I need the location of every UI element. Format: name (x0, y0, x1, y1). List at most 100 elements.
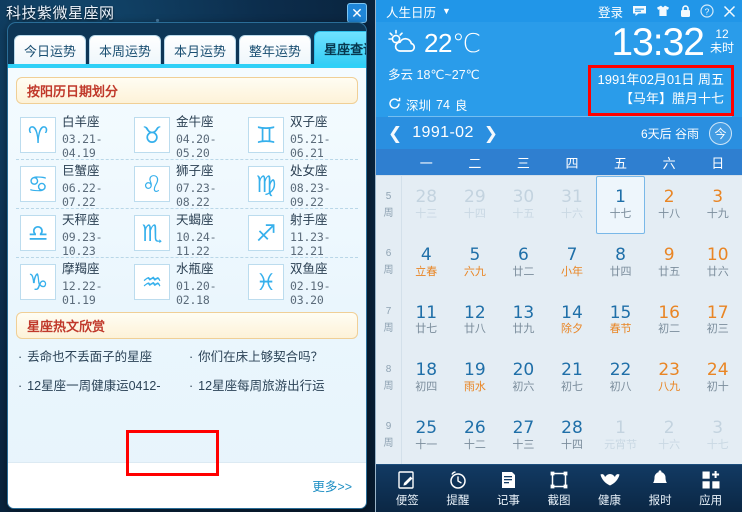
day-cell[interactable]: 5 六九 (451, 234, 500, 292)
zodiac-cell-2[interactable]: ♉ 金牛座 04.20-05.20 (130, 111, 244, 160)
day-cell[interactable]: 27 十三 (499, 406, 548, 464)
day-cell[interactable]: 29 十四 (451, 176, 500, 234)
day-cell[interactable]: 28 十四 (548, 406, 597, 464)
day-cell[interactable]: 10 廿六 (693, 234, 742, 292)
weather-widget[interactable]: 22℃ 多云 18℃~27℃ 深圳 74 良 (388, 28, 481, 114)
chevron-down-icon[interactable]: ▼ (442, 6, 451, 16)
day-cell[interactable]: 8 廿四 (596, 234, 645, 292)
toolbar-item-提醒[interactable]: 提醒 (438, 470, 478, 508)
prev-month-button[interactable]: ❮ (388, 125, 402, 142)
login-button[interactable]: 登录 (598, 2, 623, 21)
toolbar-item-应用[interactable]: 应用 (691, 470, 731, 508)
zodiac-cell-12[interactable]: ♓ 双鱼座 02.19-03.20 (244, 258, 358, 307)
day-cell[interactable]: 18 初四 (402, 349, 451, 407)
day-number: 3 (712, 187, 724, 208)
weekday-label: 三 (516, 155, 530, 171)
toolbar-item-截图[interactable]: 截图 (539, 470, 579, 508)
day-cell[interactable]: 11 廿七 (402, 291, 451, 349)
zodiac-cell-8[interactable]: ♏ 天蝎座 10.24-11.22 (130, 209, 244, 258)
hot-article-link[interactable]: 你们在床上够契合吗？ (189, 346, 356, 365)
day-cell[interactable]: 23 八九 (645, 349, 694, 407)
tab-bar: 今日运势 本周运势 本月运势 整年运势 星座查询 (8, 23, 366, 65)
day-cell[interactable]: 30 十五 (499, 176, 548, 234)
day-cell[interactable]: 21 初七 (548, 349, 597, 407)
zodiac-cell-10[interactable]: ♑ 摩羯座 12.22-01.19 (16, 258, 130, 307)
today-button[interactable]: 今 (709, 121, 732, 145)
toolbar-item-记事[interactable]: 记事 (488, 470, 528, 508)
svg-text:?: ? (705, 6, 710, 16)
screenshot-icon (549, 470, 569, 490)
day-cell[interactable]: 14 除夕 (548, 291, 597, 349)
lunar-label: 初七 (560, 380, 583, 393)
help-icon[interactable]: ? (700, 4, 714, 18)
zodiac-cell-11[interactable]: ♒ 水瓶座 01.20-02.18 (130, 258, 244, 307)
week-number-cell: 7周 (376, 291, 402, 349)
day-cell[interactable]: 1 元宵节 (596, 406, 645, 464)
day-cell[interactable]: 28 十三 (402, 176, 451, 234)
day-cell[interactable]: 3 十九 (693, 176, 742, 234)
zodiac-cell-1[interactable]: ♈ 白羊座 03.21-04.19 (16, 111, 130, 160)
skin-icon[interactable] (656, 5, 671, 17)
zodiac-name: 摩羯座 (62, 261, 100, 276)
tab-1[interactable]: 今日运势 (14, 35, 87, 65)
tab-4[interactable]: 整年运势 (239, 35, 312, 65)
more-link[interactable]: 更多>> (312, 476, 352, 495)
hot-article-link[interactable]: 12星座每周旅游出行运 (189, 375, 356, 394)
day-number: 28 (561, 417, 583, 438)
day-cell[interactable]: 7 小年 (548, 234, 597, 292)
day-cell[interactable]: 19 雨水 (451, 349, 500, 407)
zodiac-cell-3[interactable]: ♊ 双子座 05.21-06.21 (244, 111, 358, 160)
day-cell[interactable]: 31 十六 (548, 176, 597, 234)
zodiac-cell-5[interactable]: ♌ 狮子座 07.23-08.22 (130, 160, 244, 209)
toolbar-item-便签[interactable]: 便签 (387, 470, 427, 508)
day-cell[interactable]: 20 初六 (499, 349, 548, 407)
hour-index: 12 (715, 27, 729, 41)
lock-icon[interactable] (680, 4, 691, 18)
hot-article-link[interactable]: 丢命也不丢面子的星座 (18, 346, 185, 365)
close-icon[interactable] (723, 5, 736, 18)
toolbar-label: 应用 (699, 494, 723, 507)
lunar-label: 十六 (658, 438, 681, 451)
tab-2[interactable]: 本周运势 (89, 35, 162, 65)
tab-5[interactable]: 星座查询 (314, 31, 366, 65)
day-cell[interactable]: 3 十七 (693, 406, 742, 464)
toolbar-item-健康[interactable]: 健康 (590, 470, 630, 508)
day-cell[interactable]: 17 初三 (693, 291, 742, 349)
month-navigation: ❮ 1991-02 ❯ 6天后 谷雨 今 (376, 117, 742, 149)
day-cell[interactable]: 25 十一 (402, 406, 451, 464)
next-month-button[interactable]: ❯ (484, 125, 498, 142)
day-cell[interactable]: 12 廿八 (451, 291, 500, 349)
day-cell[interactable]: 24 初十 (693, 349, 742, 407)
week-number: 7 (385, 305, 392, 317)
day-cell[interactable]: 22 初八 (596, 349, 645, 407)
tab-3[interactable]: 本月运势 (164, 35, 237, 65)
day-cell[interactable]: 26 十二 (451, 406, 500, 464)
hot-article-link[interactable]: 12星座一周健康运0412- (18, 375, 185, 394)
day-cell[interactable]: 2 十六 (645, 406, 694, 464)
day-cell[interactable]: 15 春节 (596, 291, 645, 349)
day-cell[interactable]: 13 廿九 (499, 291, 548, 349)
site-title: 科技紫微星座网 (6, 5, 115, 22)
week-suffix: 周 (383, 207, 394, 219)
refresh-icon[interactable] (388, 97, 401, 113)
toolbar-item-报时[interactable]: 报时 (640, 469, 680, 508)
day-cell[interactable]: 1 十七 (596, 176, 645, 234)
apps-grid-icon (701, 470, 721, 490)
day-cell[interactable]: 9 廿五 (645, 234, 694, 292)
zodiac-name: 天秤座 (62, 212, 100, 227)
message-icon[interactable] (632, 5, 647, 17)
day-cell[interactable]: 2 十八 (645, 176, 694, 234)
close-icon[interactable]: ✕ (347, 3, 367, 23)
day-number: 28 (415, 187, 438, 208)
weather-cloudy-sun-icon (388, 29, 418, 59)
shichen-block: 12 未时 (710, 24, 734, 56)
day-cell[interactable]: 4 立春 (402, 234, 451, 292)
zodiac-cell-7[interactable]: ♎ 天秤座 09.23-10.23 (16, 209, 130, 258)
day-cell[interactable]: 6 廿二 (499, 234, 548, 292)
zodiac-cell-6[interactable]: ♍ 处女座 08.23-09.22 (244, 160, 358, 209)
zodiac-cell-4[interactable]: ♋ 巨蟹座 06.22-07.22 (16, 160, 130, 209)
toolbar-label: 截图 (547, 494, 571, 507)
zodiac-cell-9[interactable]: ♐ 射手座 11.23-12.21 (244, 209, 358, 258)
day-cell[interactable]: 16 初二 (645, 291, 694, 349)
air-quality-index: 74 (436, 97, 450, 112)
